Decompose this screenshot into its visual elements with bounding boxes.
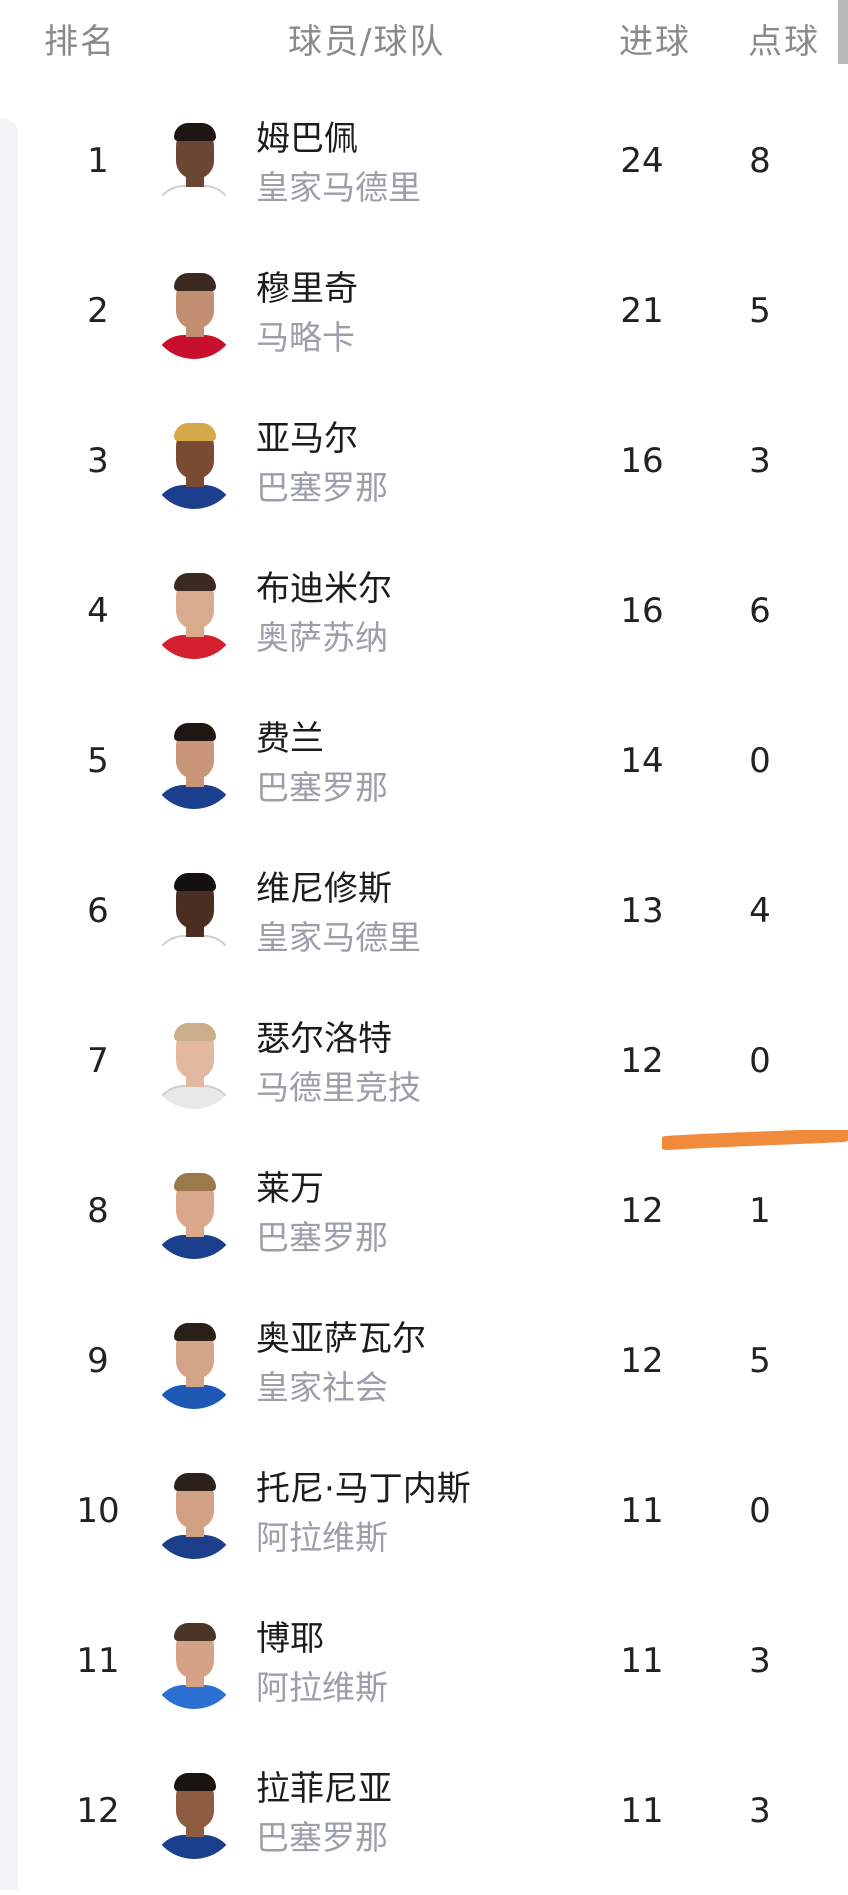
goals-count: 11 — [620, 1491, 664, 1531]
player-avatar[interactable] — [150, 721, 238, 809]
goals-count: 16 — [620, 441, 664, 481]
penalties-count: 8 — [749, 141, 771, 181]
player-name[interactable]: 布迪米尔 — [256, 561, 392, 610]
player-name[interactable]: 维尼修斯 — [256, 861, 392, 910]
scorer-row[interactable]: 9 奥亚萨瓦尔 皇家社会 12 5 — [18, 1295, 838, 1445]
rank-number: 10 — [76, 1491, 120, 1531]
team-name[interactable]: 巴塞罗那 — [256, 461, 388, 509]
rank-number: 12 — [76, 1791, 120, 1831]
scorer-row[interactable]: 12 拉菲尼亚 巴塞罗那 11 3 — [18, 1745, 838, 1895]
player-name[interactable]: 瑟尔洛特 — [256, 1011, 392, 1060]
goals-count: 12 — [620, 1191, 664, 1231]
penalties-count: 5 — [749, 291, 771, 331]
penalties-count: 3 — [749, 1791, 771, 1831]
team-name[interactable]: 皇家马德里 — [256, 911, 421, 959]
player-avatar[interactable] — [150, 271, 238, 359]
team-name[interactable]: 皇家马德里 — [256, 161, 421, 209]
scorer-row[interactable]: 5 费兰 巴塞罗那 14 0 — [18, 695, 838, 845]
goals-count: 11 — [620, 1791, 664, 1831]
team-name[interactable]: 巴塞罗那 — [256, 1811, 388, 1859]
scorer-row[interactable]: 11 博耶 阿拉维斯 11 3 — [18, 1595, 838, 1745]
goals-count: 16 — [620, 591, 664, 631]
orange-underline-annotation — [662, 1130, 848, 1150]
player-name[interactable]: 拉菲尼亚 — [256, 1761, 392, 1810]
player-name[interactable]: 费兰 — [256, 711, 324, 760]
scorer-row[interactable]: 3 亚马尔 巴塞罗那 16 3 — [18, 395, 838, 545]
scorer-row[interactable]: 6 维尼修斯 皇家马德里 13 4 — [18, 845, 838, 995]
team-name[interactable]: 奥萨苏纳 — [256, 611, 388, 659]
team-name[interactable]: 阿拉维斯 — [256, 1661, 388, 1709]
team-name[interactable]: 马略卡 — [256, 311, 355, 359]
penalties-count: 6 — [749, 591, 771, 631]
player-avatar[interactable] — [150, 1321, 238, 1409]
rank-number: 3 — [87, 441, 109, 481]
rank-number: 8 — [87, 1191, 109, 1231]
goals-count: 11 — [620, 1641, 664, 1681]
player-name[interactable]: 博耶 — [256, 1611, 324, 1660]
rank-number: 11 — [76, 1641, 120, 1681]
rank-number: 5 — [87, 741, 109, 781]
team-name[interactable]: 巴塞罗那 — [256, 1211, 388, 1259]
rank-number: 6 — [87, 891, 109, 931]
rank-number: 9 — [87, 1341, 109, 1381]
penalties-count: 1 — [749, 1191, 771, 1231]
goals-count: 24 — [620, 141, 664, 181]
player-name[interactable]: 穆里奇 — [256, 261, 358, 310]
penalties-count: 4 — [749, 891, 771, 931]
player-avatar[interactable] — [150, 121, 238, 209]
player-name[interactable]: 莱万 — [256, 1161, 324, 1210]
player-avatar[interactable] — [150, 871, 238, 959]
penalties-count: 0 — [749, 1491, 771, 1531]
player-avatar[interactable] — [150, 421, 238, 509]
goals-count: 12 — [620, 1041, 664, 1081]
rank-number: 4 — [87, 591, 109, 631]
player-name[interactable]: 姆巴佩 — [256, 111, 358, 160]
penalties-count: 0 — [749, 741, 771, 781]
scorer-list: 1 姆巴佩 皇家马德里 24 8 2 穆里奇 马略卡 21 5 3 亚马尔 巴塞罗那 16 3 4 布迪米尔 奥萨… — [0, 0, 848, 1890]
penalties-count: 5 — [749, 1341, 771, 1381]
goals-count: 12 — [620, 1341, 664, 1381]
penalties-count: 0 — [749, 1041, 771, 1081]
player-avatar[interactable] — [150, 571, 238, 659]
goals-count: 13 — [620, 891, 664, 931]
goals-count: 21 — [620, 291, 664, 331]
penalties-count: 3 — [749, 441, 771, 481]
player-name[interactable]: 托尼·马丁内斯 — [256, 1461, 471, 1510]
player-avatar[interactable] — [150, 1171, 238, 1259]
team-name[interactable]: 阿拉维斯 — [256, 1511, 388, 1559]
scorer-row[interactable]: 7 瑟尔洛特 马德里竞技 12 0 — [18, 995, 838, 1145]
goals-count: 14 — [620, 741, 664, 781]
scorer-row[interactable]: 10 托尼·马丁内斯 阿拉维斯 11 0 — [18, 1445, 838, 1595]
rank-number: 7 — [87, 1041, 109, 1081]
player-name[interactable]: 奥亚萨瓦尔 — [256, 1311, 426, 1360]
player-avatar[interactable] — [150, 1471, 238, 1559]
player-avatar[interactable] — [150, 1771, 238, 1859]
scorer-row[interactable]: 2 穆里奇 马略卡 21 5 — [18, 245, 838, 395]
rank-number: 1 — [87, 141, 109, 181]
team-name[interactable]: 巴塞罗那 — [256, 761, 388, 809]
scorer-row[interactable]: 8 莱万 巴塞罗那 12 1 — [18, 1145, 838, 1295]
scorer-row[interactable]: 4 布迪米尔 奥萨苏纳 16 6 — [18, 545, 838, 695]
penalties-count: 3 — [749, 1641, 771, 1681]
player-avatar[interactable] — [150, 1021, 238, 1109]
team-name[interactable]: 马德里竞技 — [256, 1061, 421, 1109]
team-name[interactable]: 皇家社会 — [256, 1361, 388, 1409]
rank-number: 2 — [87, 291, 109, 331]
player-avatar[interactable] — [150, 1621, 238, 1709]
player-name[interactable]: 亚马尔 — [256, 411, 358, 460]
scorer-row[interactable]: 1 姆巴佩 皇家马德里 24 8 — [18, 95, 838, 245]
